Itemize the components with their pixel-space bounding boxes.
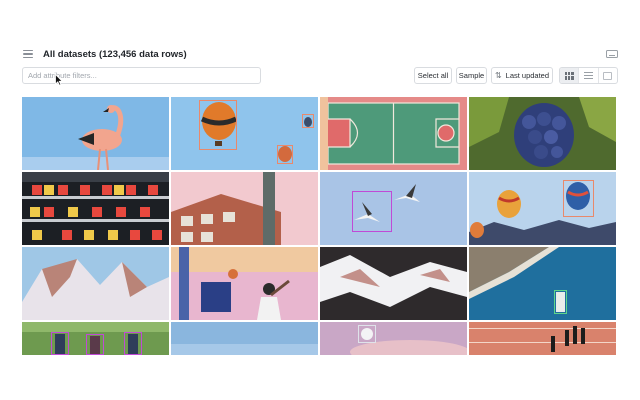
annotation-box [124,332,142,355]
page-background [0,357,640,400]
blue-sky-image [171,322,318,355]
supermarket-image [22,172,169,245]
annotation-box [358,325,376,343]
gallery-tile-seagulls[interactable] [320,172,467,245]
sort-label: Last updated [505,71,550,80]
gallery-tile-basketball-court[interactable] [320,97,467,170]
basketball-court-image [320,97,467,170]
list-view-icon [583,71,593,80]
coast-aerial-image [469,247,616,320]
keyboard-icon[interactable] [606,50,618,58]
mountain-aerial-image [320,247,467,320]
annotation-box [302,114,314,128]
sort-icon: ⇅ [494,70,502,80]
gallery-tile-blue-sky[interactable] [171,322,318,355]
gallery-tile-brick-building[interactable] [171,172,318,245]
page-header: All datasets (123,456 data rows) [22,44,618,64]
gallery-tile-mountain-aerial[interactable] [320,247,467,320]
column-view-button[interactable] [599,68,617,83]
gallery-tile-basketball-player[interactable] [171,247,318,320]
annotation-box [51,332,69,355]
toolbar: Select all Sample ⇅ Last updated [22,67,618,85]
gallery-tile-supermarket[interactable] [22,172,169,245]
gallery-tile-balloons-mountains[interactable] [469,172,616,245]
annotation-box [277,145,293,164]
image-gallery [22,97,618,357]
gallery-tile-clouds-moon[interactable] [320,322,467,355]
gallery-tile-grapes[interactable] [469,97,616,170]
gallery-tile-flamingo[interactable] [22,97,169,170]
annotation-box [86,334,104,355]
page-title: All datasets (123,456 data rows) [43,48,187,60]
brick-building-image [171,172,318,245]
list-view-button[interactable] [579,68,599,83]
view-toggle-group [559,67,618,84]
annotation-box [554,290,567,314]
gallery-tile-snowy-mountains[interactable] [22,247,169,320]
annotation-box [352,191,392,232]
gallery-tile-people-walking[interactable] [469,322,616,355]
annotation-box [199,100,237,150]
sort-button[interactable]: ⇅ Last updated [491,67,553,84]
grapes-image [469,97,616,170]
sample-button[interactable]: Sample [456,67,487,84]
annotation-box [563,180,594,217]
balloons-sky-image [171,97,318,170]
clouds-moon-image [320,322,467,355]
select-all-button[interactable]: Select all [414,67,452,84]
mouse-cursor-icon [55,74,63,86]
grid-view-button[interactable] [560,68,580,83]
grid-view-icon [564,71,574,80]
gallery-tile-balloons-sky[interactable] [171,97,318,170]
gallery-tile-coast-aerial[interactable] [469,247,616,320]
snowy-mountains-image [22,247,169,320]
column-view-icon [603,71,613,80]
hamburger-icon[interactable] [22,48,34,60]
seagulls-image [320,172,467,245]
basketball-player-image [171,247,318,320]
flamingo-image [22,97,169,170]
people-walking-image [469,322,616,355]
gallery-tile-people-park[interactable] [22,322,169,355]
